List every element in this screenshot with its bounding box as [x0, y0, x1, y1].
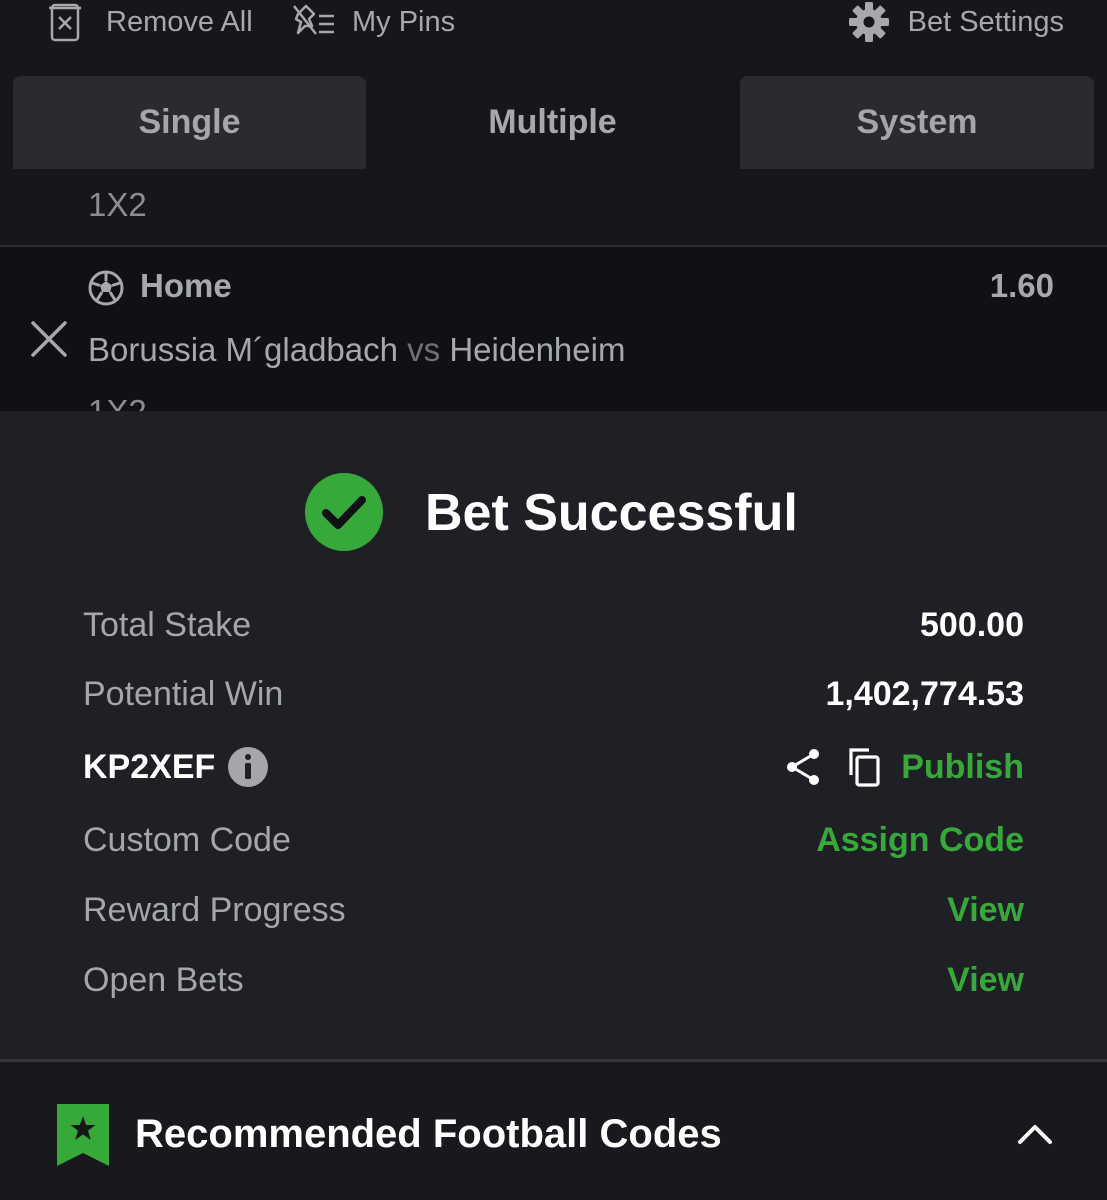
success-header: Bet Successful [0, 473, 1107, 553]
info-icon[interactable] [227, 746, 269, 788]
away-team: Heidenheim [449, 331, 626, 368]
bet-type-tabs: Single Multiple System [0, 76, 1107, 169]
home-team: Borussia M´gladbach [88, 331, 398, 368]
bet-selection: Home 1.60 Borussia M´gladbach vs Heidenh… [0, 247, 1107, 411]
custom-code-row: Custom Code Assign Code [83, 816, 1024, 864]
booking-code-actions: Publish [785, 743, 1024, 791]
selection-market: 1X2 [88, 393, 147, 411]
potential-win-label: Potential Win [83, 675, 284, 713]
copy-icon[interactable] [845, 747, 881, 787]
close-icon[interactable] [30, 320, 68, 358]
check-circle-icon [305, 473, 383, 551]
booking-code-value: KP2XEF [83, 748, 216, 786]
recommended-codes-header[interactable]: Recommended Football Codes [0, 1062, 1107, 1200]
reward-progress-row: Reward Progress View [83, 886, 1024, 934]
total-stake-label: Total Stake [83, 606, 252, 644]
potential-win-value: 1,402,774.53 [825, 675, 1024, 713]
assign-code-button[interactable]: Assign Code [816, 816, 1024, 864]
open-bets-label: Open Bets [83, 961, 244, 999]
gear-icon [848, 2, 889, 42]
bet-success-sheet: Bet Successful Total Stake 500.00 Potent… [0, 411, 1107, 1200]
total-stake-row: Total Stake 500.00 [83, 601, 1024, 649]
betslip-screen: Remove All My Pins Bet Settings Single M… [0, 0, 1107, 1200]
success-title: Bet Successful [425, 484, 798, 542]
open-bets-view-button[interactable]: View [947, 956, 1024, 1004]
selection-odds: 1.60 [989, 267, 1054, 304]
custom-code-label: Custom Code [83, 821, 291, 859]
tab-system[interactable]: System [740, 76, 1094, 169]
tab-single[interactable]: Single [13, 76, 366, 169]
my-pins-button[interactable]: My Pins [292, 0, 455, 44]
my-pins-label: My Pins [352, 5, 456, 38]
share-icon[interactable] [785, 748, 821, 786]
reward-progress-label: Reward Progress [83, 891, 346, 929]
total-stake-value: 500.00 [920, 606, 1024, 644]
bet-settings-label: Bet Settings [907, 5, 1064, 38]
trash-x-icon [49, 3, 81, 42]
remove-all-label: Remove All [106, 5, 253, 38]
market-label: 1X2 [88, 186, 147, 223]
potential-win-row: Potential Win 1,402,774.53 [83, 670, 1024, 718]
publish-button[interactable]: Publish [901, 743, 1024, 791]
chevron-up-icon[interactable] [1017, 1123, 1053, 1145]
previous-selection-market-row: 1X2 [0, 169, 1107, 247]
open-bets-row: Open Bets View [83, 956, 1024, 1004]
betslip-toolbar: Remove All My Pins Bet Settings [0, 0, 1107, 76]
recommended-codes-title: Recommended Football Codes [135, 1112, 722, 1156]
selection-pick: Home [140, 267, 232, 304]
remove-all-button[interactable]: Remove All [48, 0, 253, 44]
reward-progress-view-button[interactable]: View [947, 886, 1024, 934]
tab-multiple[interactable]: Multiple [375, 76, 730, 169]
bet-settings-button[interactable]: Bet Settings [848, 0, 1064, 44]
bookmark-star-icon [57, 1104, 109, 1166]
booking-code-row: KP2XEF Publish [83, 743, 1024, 791]
booking-code: KP2XEF [83, 743, 269, 791]
pin-list-icon [293, 4, 334, 35]
selection-match: Borussia M´gladbach vs Heidenheim [88, 331, 625, 369]
versus-label: vs [407, 331, 441, 368]
football-icon [88, 270, 124, 306]
